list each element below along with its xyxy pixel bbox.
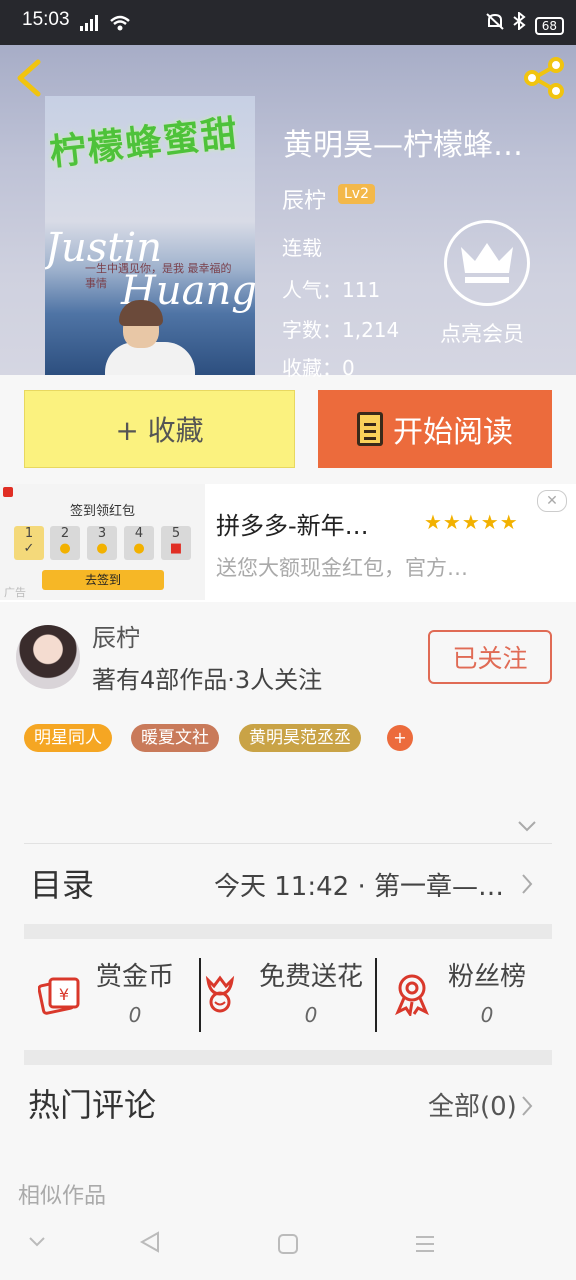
nav-back-button[interactable] [138,1230,162,1258]
follow-button[interactable]: 已关注 [428,630,552,684]
checkin-go-button: 去签到 [42,570,164,590]
similar-works-heading: 相似作品 [18,1184,107,1209]
fan-ranking-stat[interactable]: 粉丝榜 0 [412,956,562,1027]
cover-tagline: 一生中遇见你，是我 最幸福的事情 [85,262,232,290]
status-right: 68 [485,10,564,35]
nav-menu-button[interactable] [414,1234,436,1258]
vip-label[interactable]: 点亮会员 [440,318,524,348]
ad-subtitle[interactable]: 送您大额现金红包，官方… [216,552,468,582]
start-reading-label: 开始阅读 [393,415,513,450]
signal-wifi-icon [80,13,134,37]
square-home-icon [278,1234,298,1254]
pdd-logo-icon [3,487,13,497]
back-arrow-icon [17,59,41,97]
expand-chevron-button[interactable] [517,818,537,837]
flower-icon [202,974,238,1018]
fan-ranking-value: 0 [480,1003,494,1027]
toc-label[interactable]: 目录 [30,860,94,906]
tag-chip[interactable]: 黄明昊范丞丞 [239,724,361,752]
book-cover[interactable]: 柠檬蜂蜜甜 Justin Huang 一生中遇见你，是我 最幸福的事情 [45,96,255,375]
crown-icon [461,243,513,283]
status-time: 15:03 [22,9,70,30]
send-flowers-value: 0 [304,1003,318,1027]
reward-coins-stat[interactable]: 赏金币 0 [60,956,210,1027]
chevron-right-icon [520,1094,534,1122]
divider [199,958,201,1032]
author-name[interactable]: 辰柠 [92,618,140,653]
favorite-count: 收藏：0 [282,356,355,380]
ad-rating-stars: ★★★★★ [424,510,519,534]
fan-ranking-label: 粉丝榜 [447,962,526,992]
nav-collapse-button[interactable] [28,1234,46,1253]
hot-comments-heading: 热门评论 [28,1086,157,1124]
mute-icon [485,13,504,30]
ad-mark: 广告 [4,586,26,599]
ad-image[interactable]: 签到领红包 1 ✓ 2 ● 3 ● 4 ● 5 ■ 去签到 广告 [0,484,205,600]
toc-latest-chapter[interactable]: 今天 11:42 · 第一章—… [214,866,504,903]
reward-coins-label: 赏金币 [95,962,174,992]
all-comments-link[interactable]: 全部(0) [428,1086,517,1123]
author-avatar[interactable] [16,625,80,689]
cover-person-body [105,342,195,375]
chevron-down-icon [518,821,536,832]
nav-home-button[interactable] [277,1233,299,1259]
reward-coins-value: 0 [128,1003,142,1027]
popularity-count: 人气：111 [282,278,381,302]
tag-chip[interactable]: 暖夏文社 [131,724,219,752]
chevron-right-icon [520,872,534,900]
book-title: 黄明昊—柠檬蜂… [283,128,523,163]
author-level-badge: Lv2 [338,184,375,204]
checkin-day: 4 ● [124,526,154,560]
cover-title: 柠檬蜂蜜甜 [47,112,242,174]
share-button[interactable] [522,56,566,104]
tag-chip[interactable]: 明星同人 [24,724,112,752]
share-icon [524,57,564,99]
divider [24,843,552,844]
triangle-back-icon [139,1231,159,1253]
section-separator [24,924,552,939]
chevron-down-icon [29,1237,45,1247]
back-button[interactable] [14,58,44,102]
book-icon [357,412,383,446]
add-to-favorites-button[interactable]: + 收藏 [24,390,295,468]
status-bar: 15:03 68 [0,0,576,45]
send-flowers-stat[interactable]: 免费送花 0 [236,956,386,1027]
ad-close-button[interactable]: ✕ [537,490,567,512]
add-tag-button[interactable]: + [387,725,413,751]
ad-title[interactable]: 拼多多-新年… [216,506,369,541]
section-separator [24,1050,552,1065]
checkin-day: 1 ✓ [14,526,44,560]
battery-indicator: 68 [534,17,564,35]
start-reading-button[interactable]: 开始阅读 [318,390,552,468]
checkin-day: 2 ● [50,526,80,560]
vip-button[interactable] [444,220,530,306]
serial-status: 连载 [282,236,322,260]
latest-chapter-text: 今天 11:42 · 第一章—… [214,872,504,902]
checkin-day: 3 ● [87,526,117,560]
bluetooth-vibrate-icon [513,10,526,32]
ad-image-title: 签到领红包 [70,504,136,519]
checkin-day: 5 ■ [161,526,191,560]
send-flowers-label: 免费送花 [258,962,363,992]
divider [375,958,377,1032]
book-author[interactable]: 辰柠 [282,183,326,215]
word-count: 字数：1,214 [282,318,400,342]
menu-lines-icon [416,1236,434,1252]
author-stats: 著有4部作品·3人关注 [92,666,323,694]
